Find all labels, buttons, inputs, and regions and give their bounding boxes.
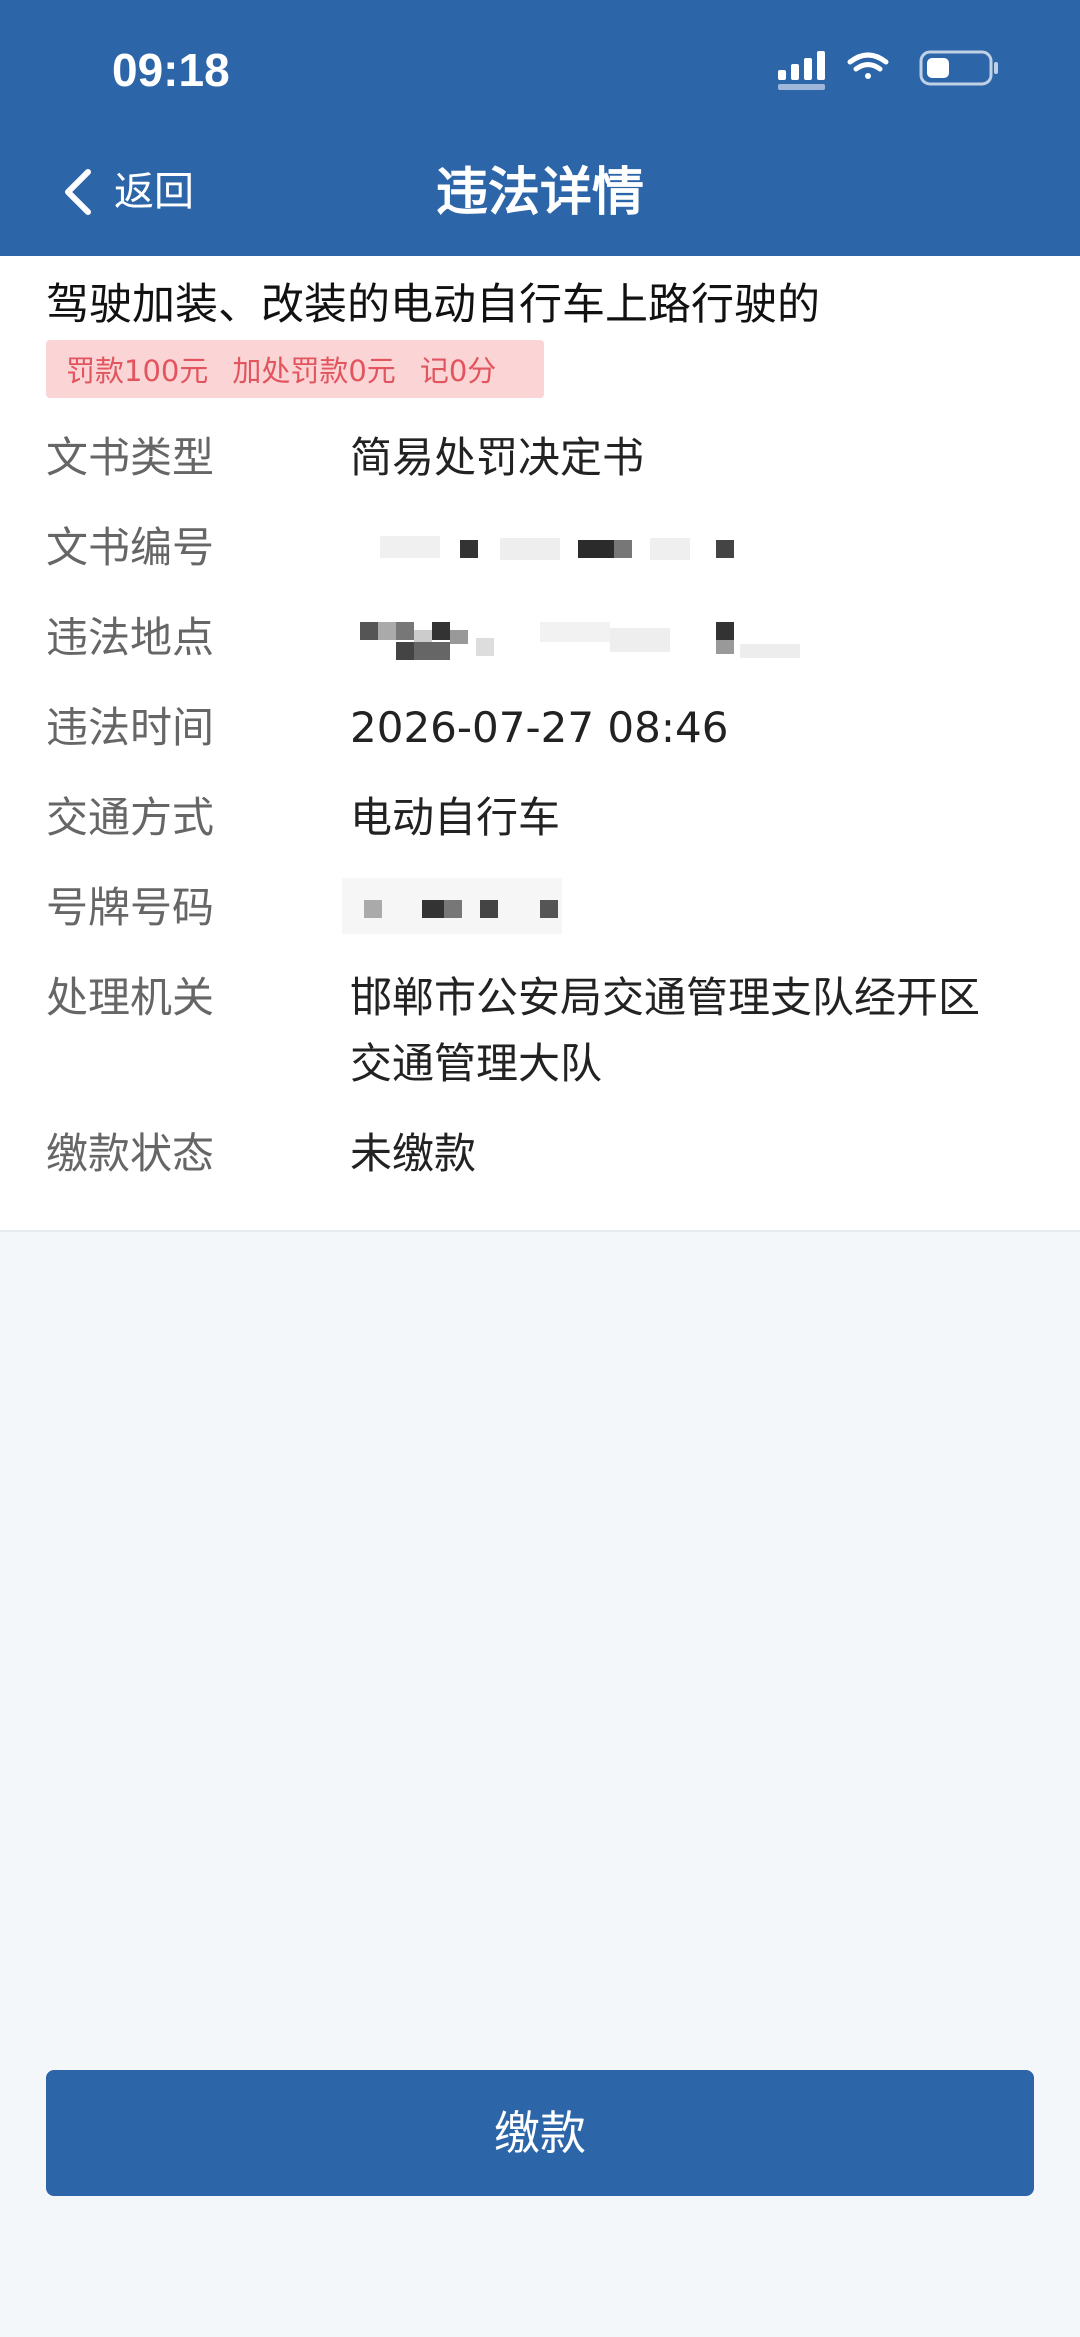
detail-label: 处理机关 xyxy=(46,973,215,1022)
detail-label: 缴款状态 xyxy=(46,1129,215,1178)
detail-value: 邯郸市公安局交通管理支队经开区交通管理大队 xyxy=(350,973,981,1088)
detail-value: 2026-07-27 08:46 xyxy=(350,703,729,752)
payment-status-value: 未缴款 xyxy=(350,1129,477,1178)
redaction-mosaic xyxy=(342,878,610,938)
penalty-tag: 罚款100元 加处罚款0元 记0分 xyxy=(46,340,544,398)
detail-value-redacted xyxy=(342,878,1040,938)
status-time: 09:18 xyxy=(112,44,230,96)
redaction-mosaic xyxy=(350,608,850,668)
detail-label: 号牌号码 xyxy=(46,883,215,932)
violation-title: 驾驶加装、改装的电动自行车上路行驶的 xyxy=(46,280,820,330)
penalty-points: 记0分 xyxy=(419,354,497,388)
violation-detail-card: 驾驶加装、改装的电动自行车上路行驶的 罚款100元 加处罚款0元 记0分 文书类… xyxy=(0,256,1080,1232)
page-title: 违法详情 xyxy=(435,163,644,223)
detail-label: 违法地点 xyxy=(46,613,215,662)
detail-value-redacted xyxy=(350,518,1040,578)
app-header: 09:18 返回 违法详情 xyxy=(0,0,1080,256)
detail-value: 简易处罚决定书 xyxy=(350,433,645,482)
pay-button[interactable]: 缴款 xyxy=(46,2070,1034,2196)
detail-label: 交通方式 xyxy=(46,793,215,842)
detail-label: 文书类型 xyxy=(46,433,215,482)
detail-value-redacted xyxy=(350,608,1040,668)
redaction-mosaic xyxy=(350,518,770,578)
signal-icon xyxy=(778,51,825,90)
detail-value: 电动自行车 xyxy=(350,793,561,842)
status-icons xyxy=(778,48,1008,92)
wifi-icon xyxy=(847,52,889,79)
fine-amount: 罚款100元 xyxy=(66,354,209,388)
detail-label: 文书编号 xyxy=(46,523,215,572)
detail-label: 违法时间 xyxy=(46,703,215,752)
extra-fine-amount: 加处罚款0元 xyxy=(232,354,396,388)
battery-icon xyxy=(919,50,998,86)
